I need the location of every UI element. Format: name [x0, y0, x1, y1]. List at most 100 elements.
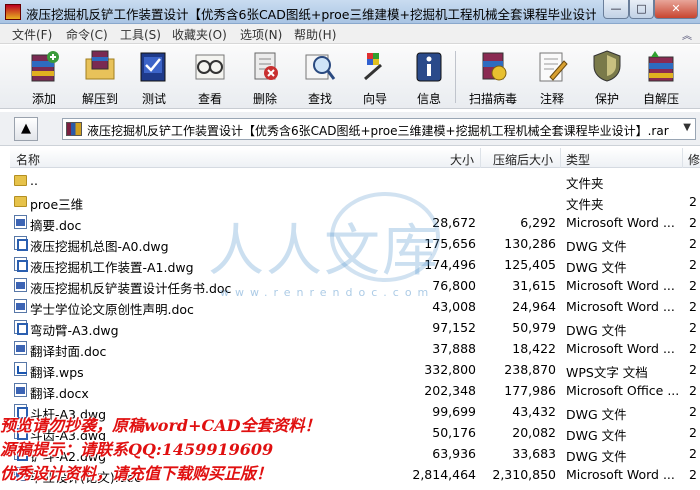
delete-icon	[254, 52, 278, 80]
file-row[interactable]: 液压挖掘机工作装置-A1.dwg 174,496 125,405 DWG 文件 …	[10, 254, 700, 275]
info-icon	[416, 52, 442, 82]
menu-options[interactable]: 选项(N)	[240, 26, 282, 43]
wizard-icon	[364, 53, 382, 81]
dwg-file-icon	[14, 236, 28, 251]
file-modified: 2	[689, 467, 697, 482]
file-modified: 2	[689, 341, 697, 356]
arrow-up-icon: ▲	[21, 121, 31, 136]
comment-button[interactable]: 注释	[525, 49, 579, 107]
column-divider[interactable]	[682, 148, 683, 168]
sfx-icon	[648, 51, 674, 82]
word-document-icon	[14, 278, 27, 292]
file-row[interactable]: 液压挖掘机反铲装置设计任务书.doc 76,800 31,615 Microso…	[10, 275, 700, 296]
file-row[interactable]: 摘要.doc 28,672 6,292 Microsoft Word ... 2	[10, 212, 700, 233]
column-divider[interactable]	[480, 148, 481, 168]
file-name: 学士学位论文原创性声明.doc	[30, 302, 194, 317]
info-label: 信息	[416, 92, 441, 106]
chevron-up-icon[interactable]: ︽	[682, 27, 694, 42]
column-name[interactable]: 名称	[16, 151, 40, 168]
file-packed-size: 43,432	[512, 404, 556, 419]
menu-tools[interactable]: 工具(S)	[120, 26, 161, 43]
minimize-button[interactable]: —	[603, 0, 629, 19]
file-type: DWG 文件	[566, 428, 627, 443]
file-list-header: 名称 大小 压缩后大小 类型 修	[10, 148, 700, 168]
chevron-down-icon[interactable]: ▼	[683, 122, 691, 133]
rar-archive-icon	[66, 122, 82, 136]
file-packed-size: 20,082	[512, 425, 556, 440]
file-row[interactable]: 学士学位论文原创性声明.doc 43,008 24,964 Microsoft …	[10, 296, 700, 317]
archive-path-field[interactable]: 液压挖掘机反铲工作装置设计【优秀含6张CAD图纸+proe三维建模+挖掘机工程机…	[62, 118, 696, 140]
file-type: Microsoft Word ...	[566, 299, 675, 314]
file-size: 63,936	[432, 446, 476, 461]
folder-icon	[14, 196, 27, 207]
file-type: Microsoft Office ...	[566, 383, 680, 398]
test-button[interactable]: 测试	[127, 49, 181, 107]
protect-button[interactable]: 保护	[580, 49, 634, 107]
word-document-icon	[14, 215, 27, 229]
wizard-button[interactable]: 向导	[348, 49, 402, 107]
toolbar-separator	[455, 51, 456, 103]
column-packed[interactable]: 压缩后大小	[493, 151, 553, 168]
column-type[interactable]: 类型	[566, 151, 590, 168]
view-icon	[195, 54, 225, 80]
view-button[interactable]: 查看	[183, 49, 237, 107]
test-label: 测试	[141, 92, 166, 106]
column-divider[interactable]	[560, 148, 561, 168]
menu-help[interactable]: 帮助(H)	[294, 26, 336, 43]
file-type: Microsoft Word ...	[566, 467, 675, 482]
winrar-app-icon	[5, 4, 21, 20]
file-row[interactable]: 翻译.docx 202,348 177,986 Microsoft Office…	[10, 380, 700, 401]
file-modified: 2	[689, 320, 697, 335]
file-row[interactable]: .. 文件夹	[10, 170, 700, 191]
file-type: Microsoft Word ...	[566, 341, 675, 356]
overlay-line: 预览请勿抄袭，原稿word+CAD全套资料！	[0, 416, 321, 435]
file-row[interactable]: 翻译.wps 332,800 238,870 WPS文字 文档 2	[10, 359, 700, 380]
file-size: 37,888	[432, 341, 476, 356]
file-row[interactable]: 翻译封面.doc 37,888 18,422 Microsoft Word ..…	[10, 338, 700, 359]
menu-command[interactable]: 命令(C)	[66, 26, 108, 43]
file-row[interactable]: 液压挖掘机总图-A0.dwg 175,656 130,286 DWG 文件 2	[10, 233, 700, 254]
wps-document-icon	[14, 362, 27, 376]
file-modified: 2	[689, 299, 697, 314]
file-name: 液压挖掘机反铲装置设计任务书.doc	[30, 281, 232, 296]
test-icon	[140, 52, 166, 82]
file-row[interactable]: proe三维 文件夹 2	[10, 191, 700, 212]
wizard-label: 向导	[362, 92, 387, 106]
file-modified: 2	[689, 278, 697, 293]
file-type: DWG 文件	[566, 323, 627, 338]
close-button[interactable]: ✕	[654, 0, 698, 19]
file-packed-size: 2,310,850	[492, 467, 556, 482]
sfx-label: 自解压	[642, 92, 679, 106]
extract-to-button[interactable]: 解压到	[73, 49, 127, 107]
file-row[interactable]: 弯动臂-A3.dwg 97,152 50,979 DWG 文件 2	[10, 317, 700, 338]
file-type: DWG 文件	[566, 260, 627, 275]
file-size: 99,699	[432, 404, 476, 419]
menu-favorites[interactable]: 收藏夹(O)	[172, 26, 227, 43]
sfx-button[interactable]: 自解压	[634, 49, 688, 107]
info-button[interactable]: 信息	[402, 49, 456, 107]
overlay-line: 优秀设计资料，请充值下载购买正版！	[0, 464, 273, 483]
find-button[interactable]: 查找	[293, 49, 347, 107]
file-size: 174,496	[424, 257, 476, 272]
file-modified: 2	[689, 257, 697, 272]
delete-button[interactable]: 删除	[238, 49, 292, 107]
file-type: Microsoft Word ...	[566, 215, 675, 230]
file-name: 液压挖掘机总图-A0.dwg	[30, 239, 169, 254]
maximize-button[interactable]: □	[629, 0, 654, 19]
file-modified: 2	[689, 383, 697, 398]
add-button[interactable]: 添加	[17, 49, 71, 107]
comment-icon	[539, 52, 568, 82]
word-document-icon	[14, 341, 27, 355]
up-folder-button[interactable]: ▲	[14, 117, 38, 141]
file-modified: 2	[689, 194, 697, 209]
file-modified: 2	[689, 362, 697, 377]
column-modified[interactable]: 修	[688, 151, 700, 168]
overlay-line: 源稿提示：请联系QQ:1459919609	[0, 440, 274, 459]
file-name: 液压挖掘机工作装置-A1.dwg	[30, 260, 194, 275]
virus-scan-icon	[482, 52, 507, 81]
file-modified: 2	[689, 236, 697, 251]
column-size[interactable]: 大小	[450, 151, 474, 168]
virus-scan-button[interactable]: 扫描病毒	[466, 49, 520, 107]
file-type: DWG 文件	[566, 407, 627, 422]
menu-file[interactable]: 文件(F)	[12, 26, 52, 43]
